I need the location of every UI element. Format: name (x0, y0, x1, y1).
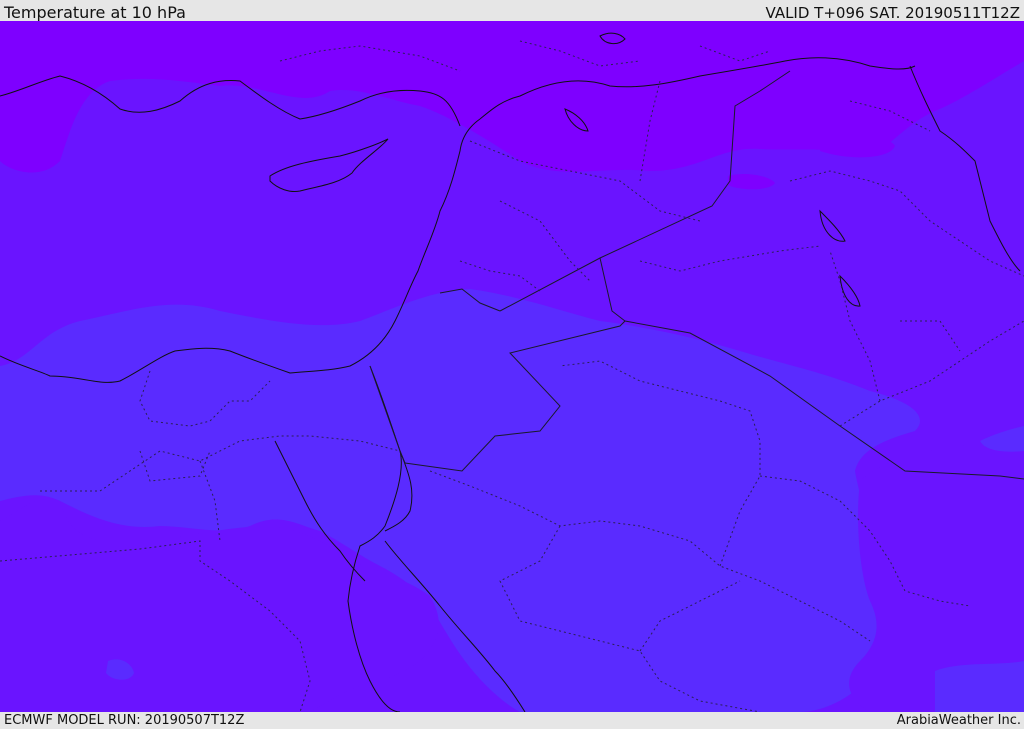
temperature-map (0, 21, 1024, 712)
valid-time: VALID T+096 SAT. 20190511T12Z (765, 4, 1020, 22)
map-canvas[interactable] (0, 21, 1024, 712)
title-bar: Temperature at 10 hPa VALID T+096 SAT. 2… (0, 0, 1024, 22)
model-run-label: ECMWF MODEL RUN: 20190507T12Z (4, 713, 245, 728)
credit-label: ArabiaWeather Inc. (896, 713, 1021, 728)
footer-bar: ECMWF MODEL RUN: 20190507T12Z ArabiaWeat… (0, 712, 1024, 729)
band-warm-spot-se (935, 661, 1024, 712)
map-title: Temperature at 10 hPa (4, 3, 186, 22)
